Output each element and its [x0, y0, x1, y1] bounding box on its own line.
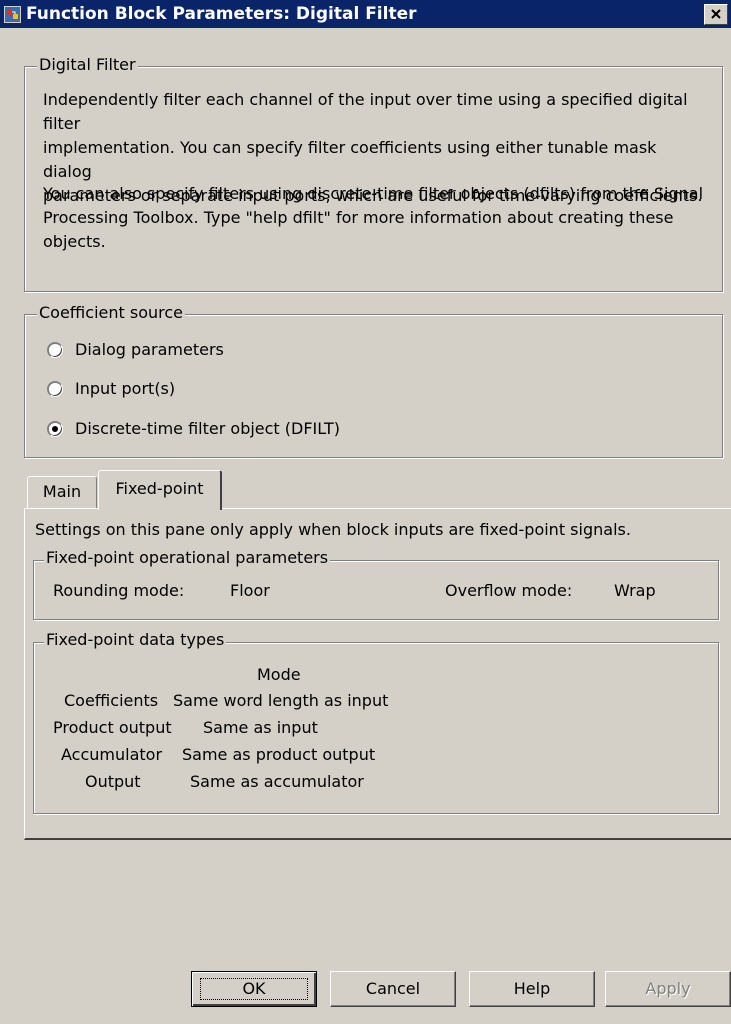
tab-label[interactable]: Main — [43, 482, 81, 501]
description-line: You can also specify filters using discr… — [43, 184, 704, 203]
data-type-mode: Same as accumulator — [190, 772, 364, 791]
apply-button: Apply — [605, 971, 731, 1007]
title-bar[interactable]: Function Block Parameters: Digital Filte… — [0, 0, 731, 28]
radio-button-icon[interactable] — [47, 342, 63, 358]
simulink-block-icon — [4, 6, 21, 23]
tab-label[interactable]: Fixed-point — [115, 479, 203, 498]
radio-button-selected-icon[interactable] — [47, 421, 63, 437]
ok-button[interactable]: OK — [191, 971, 317, 1007]
close-icon — [711, 9, 721, 19]
data-type-name: Coefficients — [64, 691, 159, 710]
tab-fixed-point[interactable]: Fixed-point — [98, 470, 222, 510]
description-line: implementation. You can specify filter c… — [43, 138, 657, 181]
help-button-label[interactable]: Help — [514, 979, 550, 998]
description-group-legend: Digital Filter — [37, 55, 138, 75]
radio-label[interactable]: Dialog parameters — [75, 338, 224, 362]
fixed-point-intro: Settings on this pane only apply when bl… — [35, 520, 631, 539]
apply-button-label: Apply — [645, 979, 691, 998]
overflow-mode-value: Wrap — [614, 581, 656, 600]
operational-parameters-legend: Fixed-point operational parameters — [44, 548, 331, 568]
radio-button-icon[interactable] — [47, 381, 63, 397]
description-line: Independently filter each channel of the… — [43, 90, 688, 133]
data-type-mode: Same as product output — [182, 745, 376, 764]
mode-column-header: Mode — [257, 665, 301, 684]
focus-rectangle — [200, 978, 308, 1000]
coefficient-source-legend: Coefficient source — [37, 303, 185, 323]
tab-main[interactable]: Main — [27, 476, 97, 508]
radio-label[interactable]: Input port(s) — [75, 377, 175, 401]
description-paragraph-2: You can also specify filters using discr… — [43, 182, 703, 254]
rounding-mode-label: Rounding mode: — [53, 581, 185, 600]
data-type-mode: Same word length as input — [173, 691, 389, 710]
cancel-button-label[interactable]: Cancel — [366, 979, 420, 998]
data-type-name: Output — [85, 772, 141, 791]
data-types-legend: Fixed-point data types — [44, 630, 227, 650]
overflow-mode-label: Overflow mode: — [445, 581, 573, 600]
data-type-name: Product output — [53, 718, 172, 737]
rounding-mode-value: Floor — [230, 581, 270, 600]
help-button[interactable]: Help — [469, 971, 595, 1007]
radio-label[interactable]: Discrete-time filter object (DFILT) — [75, 417, 340, 441]
data-type-name: Accumulator — [61, 745, 163, 764]
data-type-mode: Same as input — [203, 718, 318, 737]
description-line: objects. — [43, 232, 106, 251]
cancel-button[interactable]: Cancel — [330, 971, 456, 1007]
close-button[interactable] — [704, 4, 728, 25]
description-line: Processing Toolbox. Type "help dfilt" fo… — [43, 208, 674, 227]
window-title: Function Block Parameters: Digital Filte… — [26, 4, 417, 24]
